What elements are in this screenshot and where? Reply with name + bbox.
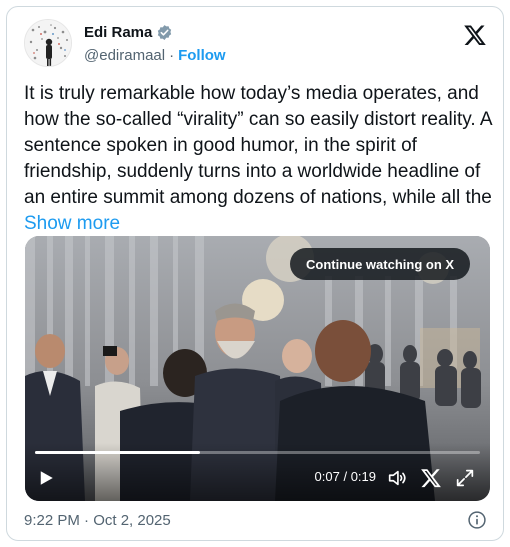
progress-bar[interactable] bbox=[35, 451, 480, 454]
play-icon[interactable] bbox=[37, 469, 55, 487]
continue-watching-button[interactable]: Continue watching on X bbox=[290, 248, 471, 280]
x-logo-icon[interactable] bbox=[463, 23, 487, 47]
follow-button[interactable]: Follow bbox=[178, 47, 226, 64]
author-handle[interactable]: @ediramaal bbox=[84, 47, 165, 64]
author-name[interactable]: Edi Rama bbox=[84, 24, 152, 41]
show-more-link[interactable]: Show more bbox=[24, 213, 120, 234]
current-time: 0:07 bbox=[314, 469, 340, 484]
video-time: 0:07 / 0:19 bbox=[315, 469, 377, 484]
author-name-row: Edi Rama bbox=[84, 24, 173, 41]
verified-badge-icon bbox=[158, 25, 172, 40]
author-handle-row: @ediramaal · Follow bbox=[84, 47, 226, 64]
video-player[interactable]: Continue watching on X 0:07 / 0:19 bbox=[25, 236, 490, 501]
tweet-card: Edi Rama @ediramaal · Follow It is truly… bbox=[6, 6, 504, 541]
x-small-icon[interactable] bbox=[420, 467, 442, 489]
volume-icon[interactable] bbox=[386, 467, 408, 489]
video-controls: 0:07 / 0:19 bbox=[25, 443, 490, 501]
progress-fill bbox=[35, 451, 200, 454]
tweet-body: It is truly remarkable how today’s media… bbox=[24, 83, 492, 208]
info-icon[interactable] bbox=[467, 510, 487, 530]
avatar[interactable] bbox=[24, 19, 72, 67]
duration: 0:19 bbox=[350, 469, 376, 484]
expand-icon[interactable] bbox=[454, 467, 476, 489]
time-separator: / bbox=[343, 469, 348, 484]
tweet-text: It is truly remarkable how today’s media… bbox=[24, 81, 494, 237]
handle-separator: · bbox=[169, 47, 175, 64]
avatar-image bbox=[25, 20, 71, 66]
tweet-timestamp[interactable]: 9:22 PM · Oct 2, 2025 bbox=[24, 512, 171, 529]
